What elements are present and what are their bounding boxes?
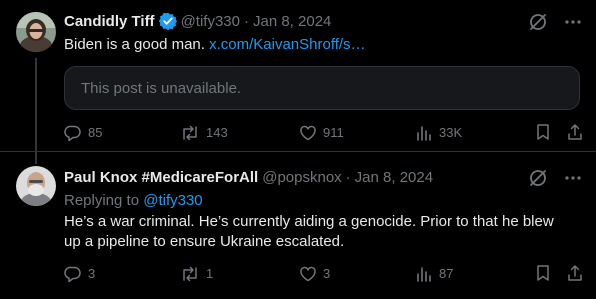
bookmark-button[interactable] (534, 264, 558, 282)
like-icon (300, 266, 316, 282)
avatar[interactable] (16, 166, 56, 206)
tweet-text-content: Biden is a good man. (64, 36, 205, 53)
tweet-paul-knox[interactable]: Paul Knox #MedicareForAll @popsknox · Ja… (0, 151, 596, 299)
tweet-top-actions (528, 12, 582, 32)
like-button[interactable]: 3 (299, 264, 330, 284)
repost-count: 1 (206, 266, 214, 281)
repost-icon (183, 125, 197, 141)
tweet-link[interactable]: x.com/KaivanShroff/s… (209, 36, 365, 53)
replying-prefix: Replying to (64, 192, 140, 209)
share-button[interactable] (566, 264, 590, 282)
more-icon[interactable] (564, 169, 582, 187)
like-count: 911 (323, 125, 344, 140)
views-button[interactable]: 87 (415, 264, 453, 284)
post-date[interactable]: Jan 8, 2024 (253, 13, 331, 30)
display-name[interactable]: Candidly Tiff (64, 13, 155, 30)
tweet-header: Candidly Tiff @tify330 · Jan 8, 2024 (64, 11, 331, 31)
verified-badge-icon (158, 12, 177, 31)
grok-icon[interactable] (528, 12, 548, 32)
replying-to: Replying to @tify330 (64, 192, 203, 209)
views-button[interactable]: 33K (415, 123, 462, 143)
reply-icon (64, 125, 81, 142)
tweet-header: Paul Knox #MedicareForAll @popsknox · Ja… (64, 167, 433, 187)
separator-dot: · (243, 12, 249, 30)
reply-count: 3 (88, 266, 96, 281)
like-icon (300, 125, 316, 141)
bookmark-button[interactable] (534, 123, 558, 141)
post-date[interactable]: Jan 8, 2024 (355, 169, 433, 186)
thread-line (35, 58, 37, 164)
tweet-text-line-1: He’s a war criminal. He’s currently aidi… (64, 213, 554, 230)
grok-icon[interactable] (528, 168, 548, 188)
repost-button[interactable]: 1 (180, 264, 213, 284)
tweet-text: Biden is a good man. x.com/KaivanShroff/… (64, 35, 366, 55)
tweet-top-actions (528, 168, 582, 188)
action-bar: 85 143 911 33K (64, 123, 584, 143)
reply-button[interactable]: 3 (64, 264, 95, 284)
reply-count: 85 (88, 125, 103, 140)
action-bar: 3 1 3 87 (64, 264, 584, 284)
avatar[interactable] (16, 12, 56, 52)
view-count: 87 (439, 266, 454, 281)
view-count: 33K (439, 125, 463, 140)
reply-icon (64, 266, 81, 283)
share-button[interactable] (566, 123, 590, 141)
more-icon[interactable] (564, 13, 582, 31)
views-icon (417, 267, 431, 282)
share-icon (568, 265, 582, 281)
tweet-candidly-tiff[interactable]: Candidly Tiff @tify330 · Jan 8, 2024 Bid… (0, 0, 596, 164)
reply-button[interactable]: 85 (64, 123, 102, 143)
display-name[interactable]: Paul Knox #MedicareForAll (64, 169, 258, 186)
quoted-post-unavailable: This post is unavailable. (64, 66, 580, 110)
repost-icon (183, 266, 197, 282)
replying-handle-link[interactable]: @tify330 (143, 192, 202, 209)
share-icon (568, 124, 582, 140)
user-handle[interactable]: @popsknox (262, 169, 341, 186)
repost-button[interactable]: 143 (180, 123, 228, 143)
repost-count: 143 (206, 125, 228, 140)
unavailable-text: This post is unavailable. (81, 79, 242, 97)
views-icon (417, 126, 431, 141)
bookmark-icon (537, 265, 549, 281)
tweet-text-line-2: up a pipeline to ensure Ukraine escalate… (64, 233, 345, 250)
bookmark-icon (537, 124, 549, 140)
user-handle[interactable]: @tify330 (181, 13, 240, 30)
like-button[interactable]: 911 (299, 123, 344, 143)
tweet-text: He’s a war criminal. He’s currently aidi… (64, 212, 554, 252)
like-count: 3 (323, 266, 331, 281)
separator-dot: · (345, 168, 351, 186)
